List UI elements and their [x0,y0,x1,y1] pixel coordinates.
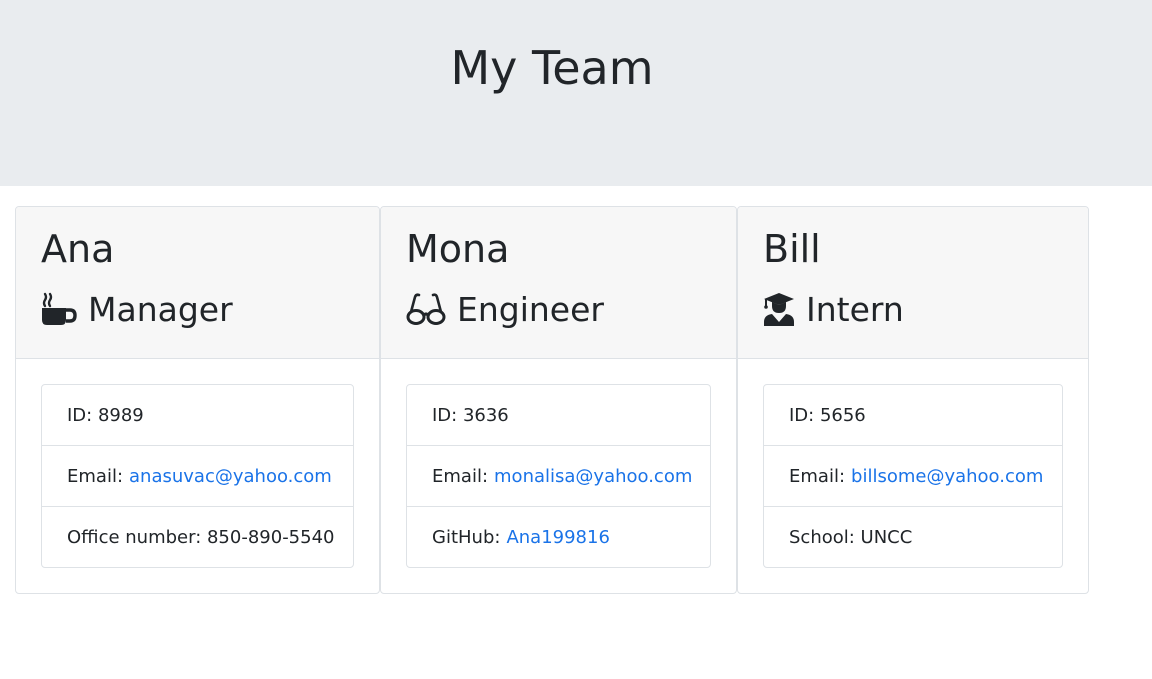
employee-role: Intern [763,287,904,331]
email-label: Email: [67,465,124,487]
employee-details-list: ID: 3636 Email: monalisa@yahoo.com GitHu… [406,384,711,568]
list-item-id: ID: 5656 [764,385,1062,446]
id-text: ID: 8989 [67,404,144,426]
employee-role: Engineer [406,287,604,331]
id-text: ID: 3636 [432,404,509,426]
employee-card-intern: Bill Intern ID: 5656 Email: billsome@yah… [737,206,1089,594]
coffee-mug-icon [41,292,77,326]
list-item-id: ID: 3636 [407,385,710,446]
list-item-github: GitHub: Ana199816 [407,507,710,567]
list-item-email: Email: monalisa@yahoo.com [407,446,710,507]
page-title: My Team [450,41,654,95]
role-label: Manager [88,289,233,329]
github-link[interactable]: Ana199816 [506,527,609,548]
list-item-office-number: Office number: 850-890-5540 [42,507,353,567]
employee-card-manager: Ana Manager ID: 8989 Email: anasuvac@yah… [15,206,380,594]
email-link[interactable]: anasuvac@yahoo.com [129,466,332,487]
school-text: School: UNCC [789,526,913,548]
role-label: Intern [806,289,904,329]
email-link[interactable]: monalisa@yahoo.com [494,466,692,487]
graduate-icon [763,292,795,326]
employee-role: Manager [41,287,233,331]
github-label: GitHub: [432,526,501,548]
list-item-school: School: UNCC [764,507,1062,567]
list-item-email: Email: billsome@yahoo.com [764,446,1062,507]
email-label: Email: [789,465,846,487]
role-label: Engineer [457,289,604,329]
employee-details-list: ID: 8989 Email: anasuvac@yahoo.com Offic… [41,384,354,568]
card-header: Ana Manager [16,207,379,359]
id-text: ID: 5656 [789,404,866,426]
email-link[interactable]: billsome@yahoo.com [851,466,1043,487]
employee-name: Mona [406,227,510,271]
email-label: Email: [432,465,489,487]
employee-name: Bill [763,227,821,271]
list-item-email: Email: anasuvac@yahoo.com [42,446,353,507]
employee-card-engineer: Mona Engineer ID: 3636 Email: monalisa@y… [380,206,737,594]
office-number-text: Office number: 850-890-5540 [67,526,335,548]
employee-name: Ana [41,227,115,271]
card-header: Mona Engineer [381,207,736,359]
card-header: Bill Intern [738,207,1088,359]
list-item-id: ID: 8989 [42,385,353,446]
glasses-icon [406,292,446,326]
employee-details-list: ID: 5656 Email: billsome@yahoo.com Schoo… [763,384,1063,568]
header-jumbotron: My Team [0,0,1152,186]
